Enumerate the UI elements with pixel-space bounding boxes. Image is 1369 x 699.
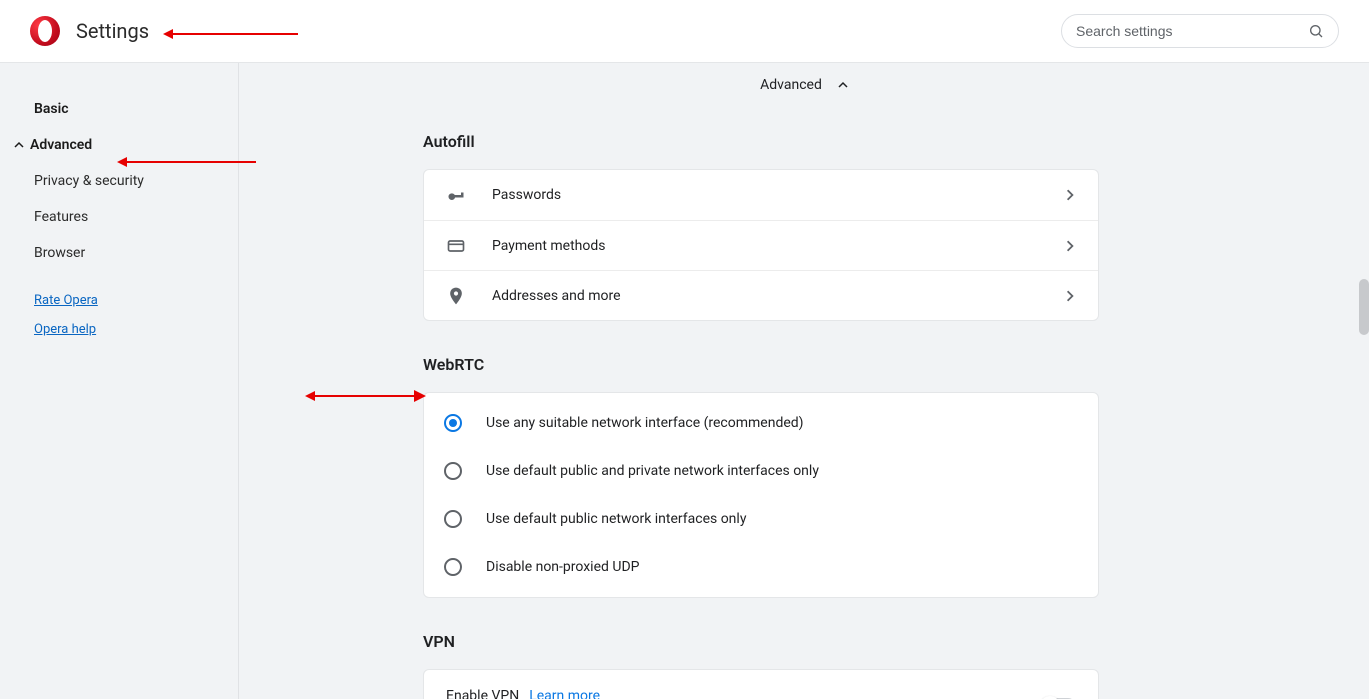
sidebar-item-basic[interactable]: Basic — [0, 91, 238, 127]
radio-icon[interactable] — [444, 558, 462, 576]
header: Settings — [0, 0, 1369, 63]
autofill-row-payment[interactable]: Payment methods — [424, 220, 1098, 270]
radio-label: Use default public network interfaces on… — [486, 511, 746, 527]
autofill-row-passwords[interactable]: Passwords — [424, 170, 1098, 220]
search-field[interactable] — [1061, 14, 1339, 48]
sidebar-link-help[interactable]: Opera help — [34, 322, 238, 337]
section-title-autofill: Autofill — [423, 132, 1099, 151]
card-icon — [446, 236, 466, 256]
radio-label: Use default public and private network i… — [486, 463, 819, 479]
advanced-bar-label: Advanced — [760, 77, 822, 93]
content-area: Advanced Autofill Passwords — [239, 63, 1369, 699]
section-title-vpn: VPN — [423, 632, 1099, 651]
advanced-collapse-bar[interactable]: Advanced — [239, 68, 1369, 102]
webrtc-option-2[interactable]: Use default public network interfaces on… — [424, 495, 1098, 543]
sidebar-item-label: Advanced — [30, 137, 92, 153]
scrollbar-thumb[interactable] — [1359, 279, 1369, 335]
section-title-webrtc: WebRTC — [423, 355, 1099, 374]
radio-icon[interactable] — [444, 462, 462, 480]
caret-up-icon — [14, 140, 24, 150]
chevron-right-icon — [1064, 290, 1076, 302]
sidebar: Basic Advanced Privacy & security Featur… — [0, 63, 239, 699]
caret-up-icon — [838, 80, 848, 90]
webrtc-option-0[interactable]: Use any suitable network interface (reco… — [424, 399, 1098, 447]
autofill-card: Passwords Payment methods — [423, 169, 1099, 321]
pin-icon — [446, 286, 466, 306]
radio-icon[interactable] — [444, 510, 462, 528]
autofill-row-addresses[interactable]: Addresses and more — [424, 270, 1098, 320]
opera-logo-icon — [30, 16, 60, 46]
vpn-enable-label: Enable VPN — [446, 688, 519, 699]
page-title: Settings — [76, 19, 149, 43]
webrtc-card: Use any suitable network interface (reco… — [423, 392, 1099, 598]
sidebar-link-rate[interactable]: Rate Opera — [34, 293, 238, 308]
key-icon — [446, 185, 466, 205]
sidebar-sub-browser[interactable]: Browser — [0, 235, 238, 271]
row-label: Passwords — [492, 187, 1038, 203]
chevron-right-icon — [1064, 240, 1076, 252]
vpn-learn-more-link[interactable]: Learn more — [529, 688, 600, 699]
vpn-card: Enable VPN Learn more Browse with VPN to… — [423, 669, 1099, 699]
radio-label: Disable non-proxied UDP — [486, 559, 639, 575]
webrtc-option-1[interactable]: Use default public and private network i… — [424, 447, 1098, 495]
radio-label: Use any suitable network interface (reco… — [486, 415, 804, 431]
webrtc-option-3[interactable]: Disable non-proxied UDP — [424, 543, 1098, 591]
chevron-right-icon — [1064, 189, 1076, 201]
search-icon — [1308, 23, 1324, 39]
radio-icon[interactable] — [444, 414, 462, 432]
sidebar-item-advanced[interactable]: Advanced — [0, 127, 238, 163]
search-input[interactable] — [1076, 23, 1308, 39]
sidebar-sub-features[interactable]: Features — [0, 199, 238, 235]
row-label: Payment methods — [492, 238, 1038, 254]
sidebar-sub-privacy[interactable]: Privacy & security — [0, 163, 238, 199]
row-label: Addresses and more — [492, 288, 1038, 304]
